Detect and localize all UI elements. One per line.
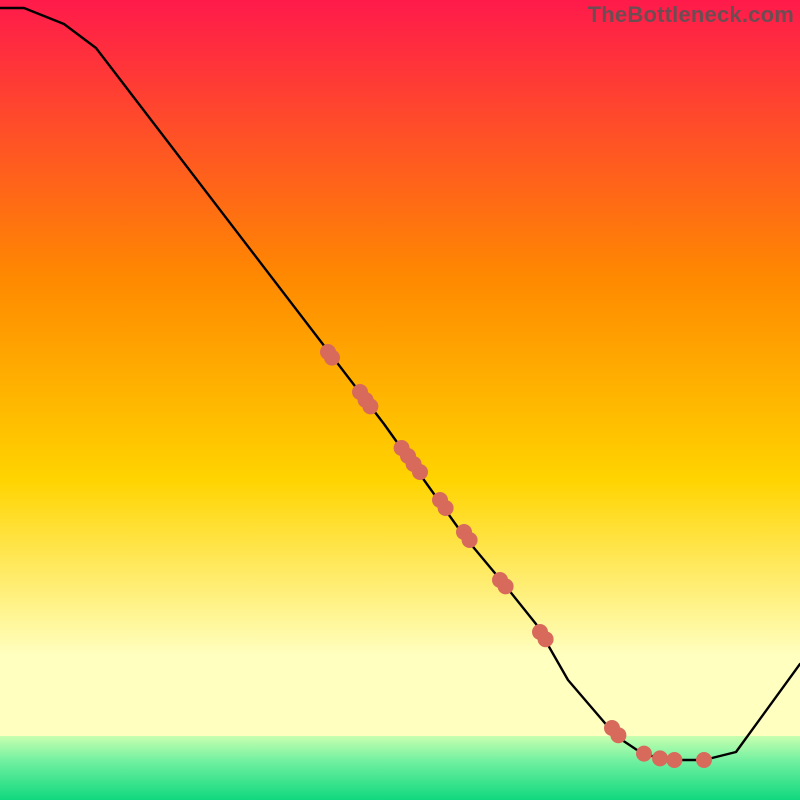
bottleneck-curve bbox=[0, 8, 800, 760]
watermark-text: TheBottleneck.com bbox=[588, 2, 794, 28]
marker-dot bbox=[666, 752, 682, 768]
chart-canvas: { "watermark": "TheBottleneck.com", "col… bbox=[0, 0, 800, 800]
chart-plot bbox=[0, 0, 800, 800]
marker-dot bbox=[462, 532, 478, 548]
marker-dot bbox=[498, 578, 514, 594]
marker-dot bbox=[362, 398, 378, 414]
marker-dot bbox=[324, 350, 340, 366]
marker-dot bbox=[538, 631, 554, 647]
marker-dot bbox=[636, 746, 652, 762]
marker-dot bbox=[610, 727, 626, 743]
curve-markers bbox=[320, 344, 712, 768]
marker-dot bbox=[412, 464, 428, 480]
marker-dot bbox=[438, 500, 454, 516]
marker-dot bbox=[696, 752, 712, 768]
marker-dot bbox=[652, 750, 668, 766]
